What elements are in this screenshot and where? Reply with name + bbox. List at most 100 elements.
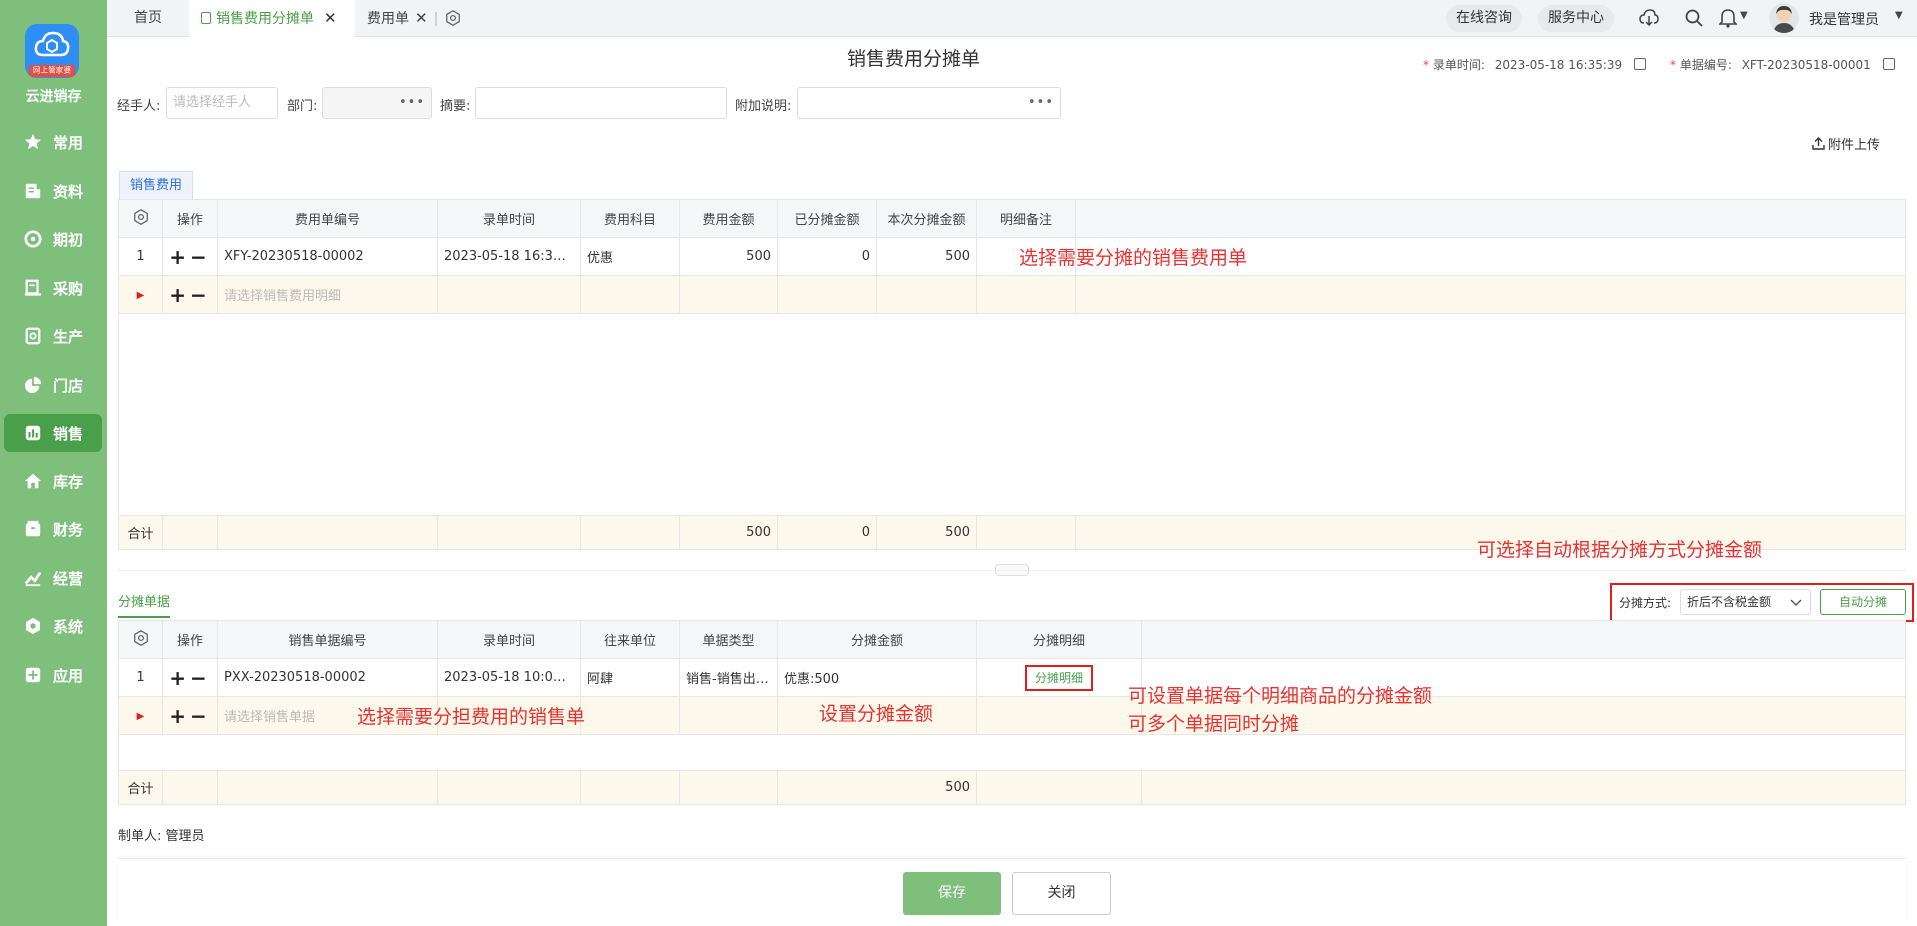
new-row[interactable]: ▶ +− 请选择销售费用明细 xyxy=(118,275,1906,314)
sidebar-item-common[interactable]: 常用 xyxy=(4,123,102,161)
close-button[interactable]: 关闭 xyxy=(1012,872,1111,915)
tab-allocation-docs[interactable]: 分摊单据 xyxy=(118,591,170,618)
expense-select-cell[interactable]: 请选择销售费用明细 xyxy=(217,275,438,314)
section-divider xyxy=(118,570,1906,571)
entry-time-cell: 2023-05-18 10:05:13 xyxy=(437,658,581,697)
trend-icon xyxy=(23,568,43,588)
current-allocation-cell[interactable]: 500 xyxy=(876,237,977,276)
online-consult-button[interactable]: 在线咨询 xyxy=(1446,5,1522,32)
user-menu-chevron-icon[interactable]: ▼ xyxy=(1895,10,1903,21)
dept-input[interactable]: ••• xyxy=(322,87,432,119)
close-icon[interactable]: ✕ xyxy=(324,9,337,27)
attach-upload-button[interactable]: 附件上传 xyxy=(1812,134,1880,153)
note-input[interactable]: ••• xyxy=(797,87,1061,119)
column-header: 操作 xyxy=(162,199,218,238)
cloud-download-icon[interactable] xyxy=(1639,9,1659,31)
remove-row-icon[interactable]: − xyxy=(190,704,211,728)
service-center-button[interactable]: 服务中心 xyxy=(1538,5,1614,32)
sidebar-item-label: 库存 xyxy=(53,472,84,491)
sidebar-item-purchase[interactable]: 采购 xyxy=(4,269,102,307)
column-header: 费用单编号 xyxy=(217,199,438,238)
total-label: 合计 xyxy=(118,770,163,805)
row-operations: +− xyxy=(162,275,218,314)
sidebar-item-finance[interactable]: 财务 xyxy=(4,510,102,548)
allocation-method-select[interactable]: 折后不含税金额 xyxy=(1680,589,1811,615)
expense-code-cell[interactable]: XFY-20230518-00002 xyxy=(217,237,438,276)
annotation-select-expense: 选择需要分摊的销售费用单 xyxy=(1019,247,1248,269)
tab-home[interactable]: 首页 xyxy=(107,0,189,37)
user-name[interactable]: 我是管理员 xyxy=(1809,9,1879,29)
row-operations: +− xyxy=(162,658,218,697)
sidebar-item-inventory[interactable]: 库存 xyxy=(4,462,102,500)
sidebar-item-operation[interactable]: 经营 xyxy=(4,559,102,597)
empty-cell xyxy=(437,275,581,314)
gear-icon xyxy=(23,616,43,636)
more-icon[interactable]: ••• xyxy=(1028,88,1054,118)
row-operations: +− xyxy=(162,237,218,276)
row-pointer: ▶ xyxy=(118,275,163,314)
handler-placeholder: 请选择经手人 xyxy=(173,95,252,110)
allocation-detail-button[interactable]: 分摊明细 xyxy=(1024,664,1093,691)
entry-time-label: 录单时间: xyxy=(1432,58,1485,72)
annotation-detail-line1: 可设置单据每个明细商品的分摊金额 xyxy=(1128,685,1433,707)
auto-allocate-button[interactable]: 自动分摊 xyxy=(1820,589,1906,615)
chevron-down-icon[interactable]: ▼ xyxy=(1740,10,1748,21)
chart-icon xyxy=(23,423,43,443)
allocated-cell: 0 xyxy=(777,237,877,276)
sidebar-item-apps[interactable]: 应用 xyxy=(4,656,102,694)
column-settings-icon[interactable] xyxy=(118,199,163,238)
avatar[interactable] xyxy=(1769,3,1799,33)
column-header: 操作 xyxy=(162,620,218,659)
tab-sales-expense-allocation[interactable]: 销售费用分摊单 ✕ xyxy=(189,0,355,37)
more-icon[interactable]: ••• xyxy=(399,88,425,118)
pie-icon xyxy=(23,375,43,395)
column-settings-icon[interactable] xyxy=(118,620,163,659)
empty-area xyxy=(118,734,1906,771)
empty-cell xyxy=(580,770,680,805)
remove-row-icon[interactable]: − xyxy=(190,666,211,690)
sidebar: 网上管家婆 云进销存 常用 资料 期初 采购 生产 门店 销售 库存 财务 经营… xyxy=(0,0,107,926)
settings-icon[interactable] xyxy=(445,0,469,37)
sales-code-cell[interactable]: PXX-20230518-00002 xyxy=(217,658,438,697)
column-header: 录单时间 xyxy=(437,199,581,238)
table-header: 操作 销售单据编号 录单时间 往来单位 单据类型 分摊金额 分摊明细 xyxy=(118,620,1906,659)
table-row[interactable]: 1 +− PXX-20230518-00002 2023-05-18 10:05… xyxy=(118,658,1906,697)
total-allocation-amount: 500 xyxy=(777,770,977,805)
sidebar-item-data[interactable]: 资料 xyxy=(4,172,102,210)
search-icon[interactable] xyxy=(1685,9,1703,31)
sidebar-item-production[interactable]: 生产 xyxy=(4,317,102,355)
star-icon xyxy=(23,132,43,152)
allocation-amount-cell[interactable]: 优惠:500 xyxy=(777,658,977,697)
handler-input[interactable]: 请选择经手人 xyxy=(166,87,278,119)
save-button[interactable]: 保存 xyxy=(903,872,1001,915)
add-row-icon[interactable]: + xyxy=(169,704,190,728)
table-row[interactable]: 1 +− XFY-20230518-00002 2023-05-18 16:36… xyxy=(118,237,1906,276)
summary-label: 摘要: xyxy=(440,99,471,114)
table-header: 操作 费用单编号 录单时间 费用科目 费用金额 已分摊金额 本次分摊金额 明细备… xyxy=(118,199,1906,238)
total-current: 500 xyxy=(876,515,977,550)
bell-icon[interactable] xyxy=(1718,8,1738,32)
allocation-method-value: 折后不含税金额 xyxy=(1687,595,1772,609)
close-icon[interactable]: ✕ xyxy=(415,9,428,27)
remove-row-icon[interactable]: − xyxy=(190,283,211,307)
purchase-icon xyxy=(23,278,43,298)
row-pointer-icon: ▶ xyxy=(136,290,145,301)
entry-time-value: 2023-05-18 16:35:39 xyxy=(1494,58,1623,72)
edit-icon[interactable] xyxy=(1882,58,1895,70)
sidebar-item-sales[interactable]: 销售 xyxy=(4,414,102,452)
empty-cell xyxy=(679,696,778,735)
edit-icon[interactable] xyxy=(1633,58,1646,70)
required-mark: * xyxy=(1423,58,1429,72)
row-number: 1 xyxy=(118,658,163,697)
empty-cell xyxy=(437,770,581,805)
sidebar-item-opening[interactable]: 期初 xyxy=(4,220,102,258)
sidebar-item-system[interactable]: 系统 xyxy=(4,607,102,645)
empty-cell xyxy=(777,275,877,314)
tab-sales-expense[interactable]: 销售费用 xyxy=(119,171,194,199)
summary-input[interactable] xyxy=(475,87,727,119)
add-row-icon[interactable]: + xyxy=(169,245,190,269)
sidebar-item-store[interactable]: 门店 xyxy=(4,366,102,404)
add-row-icon[interactable]: + xyxy=(169,666,190,690)
remove-row-icon[interactable]: − xyxy=(190,245,211,269)
add-row-icon[interactable]: + xyxy=(169,283,190,307)
